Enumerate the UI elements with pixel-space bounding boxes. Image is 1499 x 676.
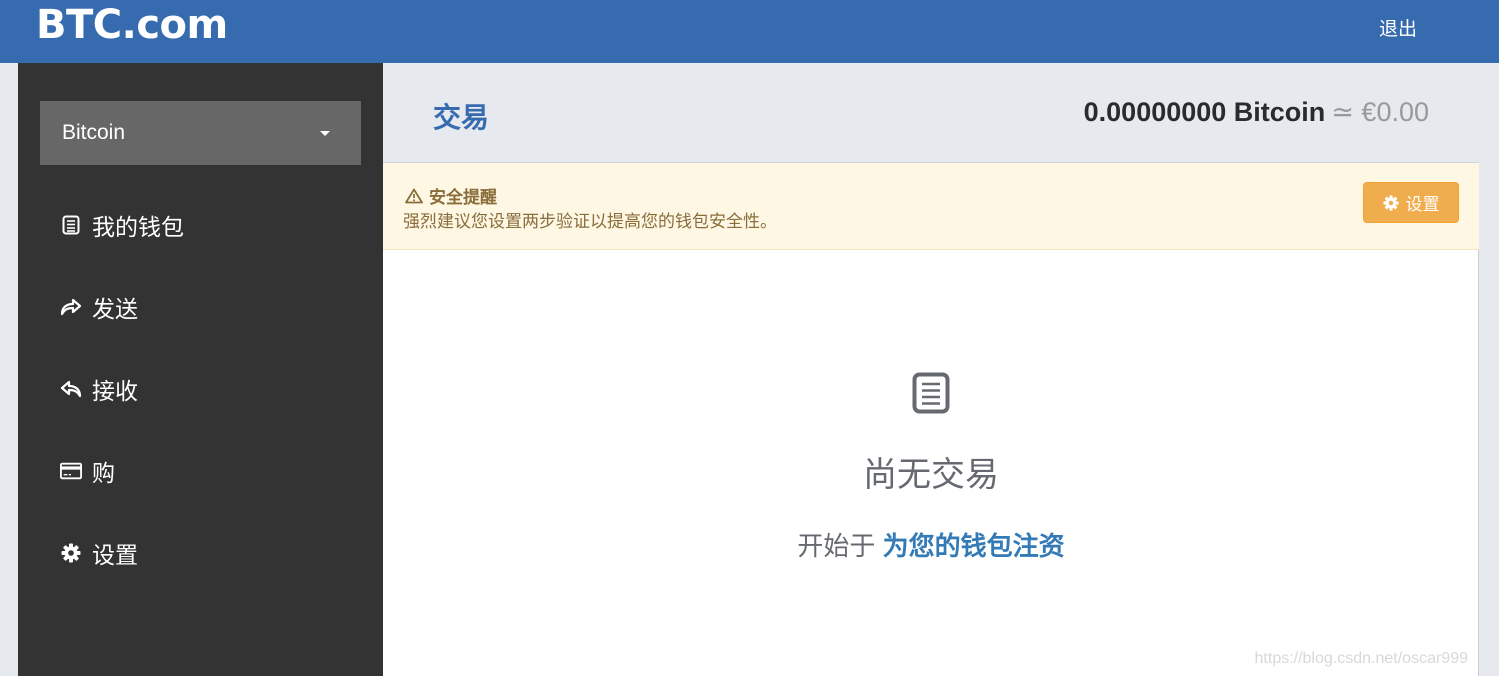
page-header: 交易 0.00000000 Bitcoin ≃ €0.00	[383, 63, 1479, 163]
sidebar-item-my-wallet[interactable]: 我的钱包	[60, 205, 184, 245]
sidebar-item-buy[interactable]: 购	[60, 451, 115, 491]
share-arrow-icon	[60, 296, 82, 318]
sidebar-item-label: 接收	[92, 378, 138, 404]
alert-message: 强烈建议您设置两步验证以提高您的钱包安全性。	[403, 212, 777, 231]
reply-arrow-icon	[60, 378, 82, 400]
credit-card-icon	[60, 460, 82, 482]
empty-state-subtitle: 开始于 为您的钱包注资	[383, 526, 1479, 563]
sidebar-item-label: 发送	[92, 296, 138, 322]
fund-wallet-link[interactable]: 为您的钱包注资	[883, 531, 1065, 561]
sidebar-item-settings[interactable]: 设置	[60, 533, 138, 573]
wallet-balance: 0.00000000 Bitcoin ≃ €0.00	[1084, 97, 1429, 128]
security-settings-button-label: 设置	[1405, 195, 1440, 214]
top-bar: BTC.com 退出	[0, 0, 1499, 63]
alert-title: 安全提醒	[405, 183, 497, 208]
sidebar-item-label: 设置	[92, 542, 138, 568]
gear-icon	[1382, 194, 1399, 211]
security-settings-button[interactable]: 设置	[1363, 182, 1459, 223]
sidebar-item-label: 购	[92, 460, 115, 486]
alert-title-text: 安全提醒	[429, 188, 497, 207]
security-alert: 安全提醒 强烈建议您设置两步验证以提高您的钱包安全性。 设置	[383, 163, 1479, 250]
main-content: 交易 0.00000000 Bitcoin ≃ €0.00 安全提醒 强烈建议您设…	[383, 63, 1479, 676]
warning-triangle-icon	[405, 188, 423, 204]
balance-amount: 0.00000000 Bitcoin	[1083, 97, 1326, 127]
logout-link[interactable]: 退出	[1379, 14, 1417, 41]
empty-state-title: 尚无交易	[863, 456, 999, 494]
empty-state-prefix: 开始于	[797, 531, 876, 561]
page-title: 交易	[433, 102, 490, 133]
page-gutter	[1480, 63, 1499, 676]
sidebar-item-receive[interactable]: 接收	[60, 369, 138, 409]
caret-down-icon	[320, 131, 330, 136]
coin-select[interactable]: Bitcoin	[40, 101, 361, 165]
balance-fiat: ≃ €0.00	[1331, 97, 1429, 127]
watermark: https://blog.csdn.net/oscar999	[1254, 650, 1468, 667]
coin-select-value: Bitcoin	[62, 121, 126, 144]
document-list-icon	[60, 214, 82, 236]
gear-icon	[60, 542, 82, 564]
sidebar-item-label: 我的钱包	[92, 214, 184, 240]
logo[interactable]: BTC.com	[36, 2, 228, 48]
sidebar-item-send[interactable]: 发送	[60, 287, 138, 327]
sidebar: Bitcoin 我的钱包 发送 接收 购 设置	[18, 63, 383, 676]
document-list-icon	[912, 372, 950, 414]
